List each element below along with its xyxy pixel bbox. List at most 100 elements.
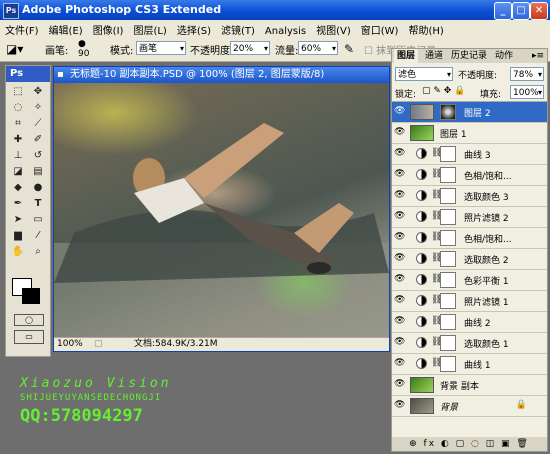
layer-row[interactable]: 👁 ⛓ 色相/饱和... — [392, 228, 547, 249]
visibility-eye-icon[interactable]: 👁 — [394, 316, 405, 326]
layer-thumbnail[interactable] — [410, 377, 434, 393]
healing-brush-icon[interactable]: ✚ — [9, 133, 27, 147]
layer-row[interactable]: 👁 ⛓ 曲线 1 — [392, 354, 547, 375]
zoom-level[interactable]: 100% — [57, 338, 83, 351]
slice-tool-icon[interactable]: ⟋ — [29, 117, 47, 131]
marquee-tool-icon[interactable]: ⬚ — [9, 85, 27, 99]
tab-actions[interactable]: 动作 — [492, 49, 516, 63]
panel-menu-icon[interactable]: ▸≡ — [532, 49, 544, 63]
opacity-field[interactable]: 20% — [230, 41, 270, 56]
brush-tool-icon[interactable]: ✐ — [29, 133, 47, 147]
close-button[interactable]: ✕ — [530, 2, 548, 20]
canvas-image[interactable] — [54, 83, 389, 337]
layer-row[interactable]: 👁 图层 1 — [392, 123, 547, 144]
layer-row[interactable]: 👁 ⛓ 曲线 3 — [392, 144, 547, 165]
layers-bottom-toolbar[interactable]: ⊕ fx ◐ ▢ ◌ ◫ ▣ 🗑 — [392, 437, 547, 451]
tab-layers[interactable]: 图层 — [394, 49, 419, 63]
stamp-tool-icon[interactable]: ⊥ — [9, 149, 27, 163]
eyedropper-icon[interactable]: ⁄ — [29, 229, 47, 243]
visibility-eye-icon[interactable]: 👁 — [394, 253, 405, 263]
layer-opacity-field[interactable]: 78% — [510, 67, 544, 82]
eraser-icon[interactable]: ◪▾ — [6, 42, 23, 56]
layer-mask-thumbnail[interactable] — [440, 230, 456, 246]
layer-row[interactable]: 👁 图层 2 — [392, 102, 547, 123]
layer-row[interactable]: 👁 ⛓ 色相/饱和... — [392, 165, 547, 186]
visibility-eye-icon[interactable]: 👁 — [394, 127, 405, 137]
layer-row[interactable]: 👁 ⛓ 选取颜色 2 — [392, 249, 547, 270]
eraser-tool-icon[interactable]: ◪ — [9, 165, 27, 179]
visibility-eye-icon[interactable]: 👁 — [394, 211, 405, 221]
visibility-eye-icon[interactable]: 👁 — [394, 379, 405, 389]
visibility-eye-icon[interactable]: 👁 — [394, 358, 405, 368]
airbrush-icon[interactable]: ✎ — [344, 42, 354, 56]
move-tool-icon[interactable]: ✥ — [29, 85, 47, 99]
layer-mask-thumbnail[interactable] — [440, 356, 456, 372]
lock-icons[interactable]: ▢ ✎ ✥ 🔒 — [422, 86, 465, 96]
pen-tool-icon[interactable]: ✒ — [9, 197, 27, 211]
layer-row[interactable]: 👁 ⛓ 照片滤镜 2 — [392, 207, 547, 228]
minimize-button[interactable]: _ — [494, 2, 512, 20]
crop-tool-icon[interactable]: ⌗ — [9, 117, 27, 131]
hand-tool-icon[interactable]: ✋ — [9, 245, 27, 259]
gradient-tool-icon[interactable]: ▤ — [29, 165, 47, 179]
layer-mask-thumbnail[interactable] — [440, 188, 456, 204]
document-title-bar: ▪ 无标题-10 副本副本.PSD @ 100% (图层 2, 图层蒙版/8) — [54, 67, 389, 83]
layer-row[interactable]: 👁 ⛓ 曲线 2 — [392, 312, 547, 333]
layer-thumbnail[interactable] — [410, 104, 434, 120]
layer-name: 选取颜色 1 — [464, 340, 509, 350]
visibility-eye-icon[interactable]: 👁 — [394, 400, 405, 410]
layer-row[interactable]: 👁 背景 副本 — [392, 375, 547, 396]
tab-history[interactable]: 历史记录 — [448, 49, 490, 63]
blend-mode-dropdown[interactable]: 滤色 — [395, 67, 453, 82]
screen-mode-icon[interactable]: ▭ — [14, 330, 44, 344]
magic-wand-icon[interactable]: ✧ — [29, 101, 47, 115]
visibility-eye-icon[interactable]: 👁 — [394, 295, 405, 305]
fill-label: 填充: — [480, 90, 502, 100]
layer-row[interactable]: 👁 背景 🔒 — [392, 396, 547, 417]
history-brush-icon[interactable]: ↺ — [29, 149, 47, 163]
layer-mask-thumbnail[interactable] — [440, 293, 456, 309]
layer-mask-thumbnail[interactable] — [440, 272, 456, 288]
visibility-eye-icon[interactable]: 👁 — [394, 169, 405, 179]
blur-tool-icon[interactable]: ◆ — [9, 181, 27, 195]
dodge-tool-icon[interactable]: ● — [29, 181, 47, 195]
layer-row[interactable]: 👁 ⛓ 选取颜色 3 — [392, 186, 547, 207]
layer-mask-thumbnail[interactable] — [440, 335, 456, 351]
layer-row[interactable]: 👁 ⛓ 照片滤镜 1 — [392, 291, 547, 312]
layer-mask-thumbnail[interactable] — [440, 209, 456, 225]
visibility-eye-icon[interactable]: 👁 — [394, 148, 405, 158]
type-tool-icon[interactable]: T — [29, 197, 47, 211]
visibility-eye-icon[interactable]: 👁 — [394, 106, 405, 116]
visibility-eye-icon[interactable]: 👁 — [394, 232, 405, 242]
status-menu-icon[interactable]: ▢ — [94, 338, 103, 351]
visibility-eye-icon[interactable]: 👁 — [394, 337, 405, 347]
path-select-icon[interactable]: ➤ — [9, 213, 27, 227]
layer-mask-thumbnail[interactable] — [440, 146, 456, 162]
layer-mask-thumbnail[interactable] — [440, 104, 456, 120]
shape-tool-icon[interactable]: ▭ — [29, 213, 47, 227]
layer-row[interactable]: 👁 ⛓ 选取颜色 1 — [392, 333, 547, 354]
visibility-eye-icon[interactable]: 👁 — [394, 274, 405, 284]
brush-size: 90 — [78, 49, 90, 59]
zoom-tool-icon[interactable]: ⌕ — [29, 245, 47, 259]
layer-mask-thumbnail[interactable] — [440, 314, 456, 330]
layer-thumbnail[interactable] — [410, 398, 434, 414]
layer-thumbnail[interactable] — [410, 125, 434, 141]
maximize-button[interactable]: □ — [512, 2, 530, 20]
flow-field[interactable]: 60% — [298, 41, 338, 56]
layer-mask-thumbnail[interactable] — [440, 251, 456, 267]
layer-name: 色相/饱和... — [464, 172, 512, 182]
quick-mask-icon[interactable]: ◯ — [14, 314, 44, 326]
mode-dropdown[interactable]: 画笔 — [136, 41, 186, 56]
background-color-swatch[interactable] — [22, 288, 40, 304]
brush-preset-picker[interactable]: ● 90 — [78, 39, 89, 59]
layer-row[interactable]: 👁 ⛓ 色彩平衡 1 — [392, 270, 547, 291]
fill-field[interactable]: 100% — [510, 85, 544, 100]
layer-name: 图层 1 — [440, 130, 467, 140]
tab-channels[interactable]: 通道 — [422, 49, 446, 63]
layer-name: 色相/饱和... — [464, 235, 512, 245]
layer-mask-thumbnail[interactable] — [440, 167, 456, 183]
visibility-eye-icon[interactable]: 👁 — [394, 190, 405, 200]
notes-tool-icon[interactable]: ▆ — [9, 229, 27, 243]
lasso-tool-icon[interactable]: ◌ — [9, 101, 27, 115]
